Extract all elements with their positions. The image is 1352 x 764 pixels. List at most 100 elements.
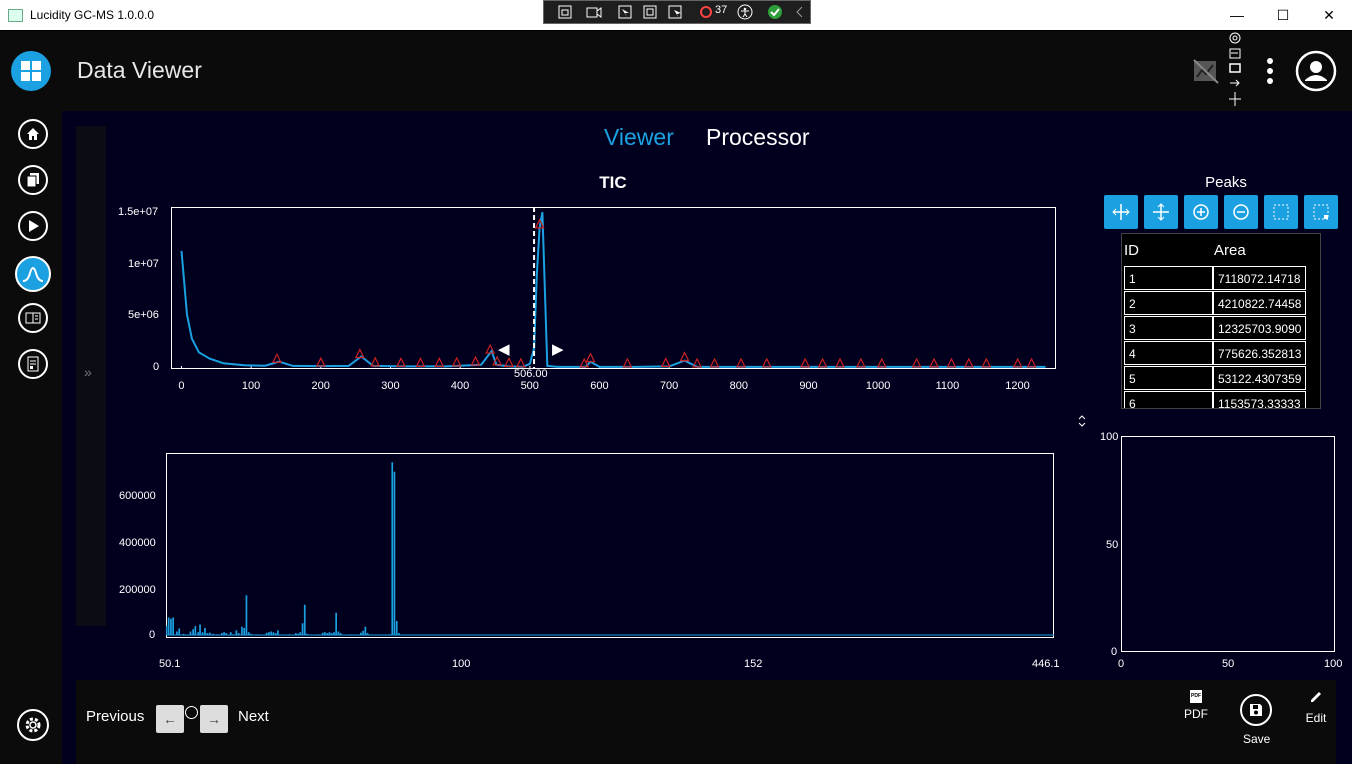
peak-marker[interactable] [415, 357, 426, 367]
peak-marker[interactable] [679, 351, 690, 362]
peak-marker[interactable] [800, 357, 811, 368]
peak-marker[interactable] [911, 357, 922, 368]
accessibility-icon[interactable] [737, 4, 753, 20]
tic-x-tick: 900 [799, 380, 818, 392]
select-element-icon[interactable] [618, 5, 632, 19]
peak-split-button[interactable] [1104, 195, 1138, 229]
nav-data-viewer[interactable] [15, 256, 51, 292]
tic-series-line [180, 212, 1046, 368]
peak-marker[interactable] [622, 357, 633, 368]
cursor-right-arrow-icon[interactable]: ▶ [552, 340, 564, 358]
peak-detail-plot[interactable] [1121, 436, 1335, 652]
page-title: Data Viewer [77, 57, 202, 83]
peak-marker[interactable] [817, 357, 828, 368]
nav-reports[interactable] [18, 303, 48, 333]
nav-run[interactable] [18, 211, 48, 241]
maximize-button[interactable]: ☐ [1260, 0, 1306, 30]
track-focus-icon[interactable] [668, 5, 684, 19]
check-icon[interactable] [767, 4, 783, 20]
splitter-handle-icon[interactable] [1077, 413, 1087, 429]
minimize-button[interactable]: — [1214, 0, 1260, 30]
remove-peak-button[interactable] [1224, 195, 1258, 229]
spectrum-bar [182, 633, 185, 635]
spectrum-bar [212, 633, 214, 635]
spectrum-chart[interactable] [166, 453, 1054, 638]
peaks-title: Peaks [1205, 174, 1247, 191]
spectrum-bar [389, 634, 391, 635]
peak-marker[interactable] [470, 355, 481, 366]
peak-marker[interactable] [660, 357, 671, 368]
select-region-alt-button[interactable] [1304, 195, 1338, 229]
no-chart-icon[interactable] [1192, 58, 1220, 84]
peak-marker[interactable] [692, 357, 703, 368]
peak-marker[interactable] [946, 357, 957, 368]
nav-settings[interactable] [17, 709, 49, 741]
peak-marker[interactable] [855, 357, 866, 368]
export-pdf-button[interactable]: PDF PDF [1182, 690, 1210, 730]
toolbar-stack-icon[interactable] [1227, 32, 1243, 108]
edit-button[interactable]: Edit [1300, 690, 1332, 726]
peak-marker[interactable] [504, 357, 514, 367]
peak-marker[interactable] [761, 357, 772, 368]
tab-viewer[interactable]: Viewer [604, 124, 674, 151]
table-row[interactable]: 3 12325703.9090 [1122, 316, 1320, 341]
tic-x-tick: 1100 [935, 380, 960, 392]
tab-processor[interactable]: Processor [706, 124, 810, 151]
tic-chart-title: TIC [599, 173, 627, 192]
next-label[interactable]: Next [238, 708, 269, 725]
app-logo-icon[interactable] [11, 51, 51, 91]
tic-chart[interactable] [171, 207, 1056, 369]
table-row[interactable]: 4 775626.352813 [1122, 341, 1320, 366]
peak-marker[interactable] [585, 352, 596, 363]
previous-label[interactable]: Previous [86, 708, 144, 725]
side-panel-collapse[interactable]: » [76, 126, 106, 626]
spectrum-y-tick: 400000 [119, 537, 156, 549]
peak-marker[interactable] [709, 357, 720, 368]
peak-marker[interactable] [835, 357, 845, 368]
peak-marker[interactable] [876, 357, 887, 368]
spectrum-bar [201, 632, 204, 635]
spectrum-bar [333, 632, 335, 635]
peak-marker[interactable] [963, 357, 974, 368]
previous-arrow-button[interactable]: ← [156, 705, 184, 733]
peak-marker[interactable] [736, 357, 746, 368]
peaks-table: ID Area 1 7118072.14718 2 4210822.74458 31… [1121, 233, 1321, 409]
peak-marker[interactable] [981, 357, 992, 368]
user-account-icon[interactable] [1295, 50, 1337, 92]
save-button[interactable] [1240, 694, 1272, 726]
peak-marker[interactable] [929, 357, 940, 368]
nav-home[interactable] [18, 119, 48, 149]
peak-merge-button[interactable] [1144, 195, 1178, 229]
layout-adorner-icon[interactable] [643, 5, 657, 19]
close-button[interactable]: ✕ [1306, 0, 1352, 30]
table-row[interactable]: 6 1153573.33333 [1122, 391, 1320, 408]
instrument-icon [27, 356, 39, 372]
spectrum-y-tick: 0 [149, 629, 156, 641]
peak-marker[interactable] [515, 357, 526, 368]
cursor-left-arrow-icon[interactable]: ◀ [498, 340, 510, 358]
table-row[interactable]: 2 4210822.74458 [1122, 291, 1320, 316]
peak-marker[interactable] [271, 352, 282, 363]
peak-marker[interactable] [395, 356, 406, 367]
tic-x-tick: 200 [311, 380, 330, 392]
detail-y-tick: 50 [1106, 539, 1119, 551]
table-row[interactable]: 5 53122.4307359 [1122, 366, 1320, 391]
nav-documents[interactable] [18, 165, 48, 195]
table-row[interactable]: 1 7118072.14718 [1122, 266, 1320, 291]
add-peak-button[interactable] [1184, 195, 1218, 229]
peak-marker[interactable] [315, 356, 326, 367]
peak-marker[interactable] [370, 356, 381, 367]
camera-icon[interactable] [586, 5, 602, 19]
next-arrow-button[interactable]: → [200, 705, 228, 733]
live-tree-icon[interactable] [558, 5, 572, 19]
documents-icon [26, 173, 39, 188]
detail-y-tick: 100 [1100, 431, 1119, 443]
collapse-toolbar-icon[interactable] [795, 6, 805, 18]
peak-marker[interactable] [451, 356, 462, 367]
nav-instrument[interactable] [18, 349, 48, 379]
peak-marker[interactable] [1026, 357, 1037, 368]
more-menu-icon[interactable] [1263, 56, 1277, 86]
peak-marker[interactable] [434, 357, 445, 367]
select-region-button[interactable] [1264, 195, 1298, 229]
peak-marker[interactable] [1012, 357, 1023, 368]
